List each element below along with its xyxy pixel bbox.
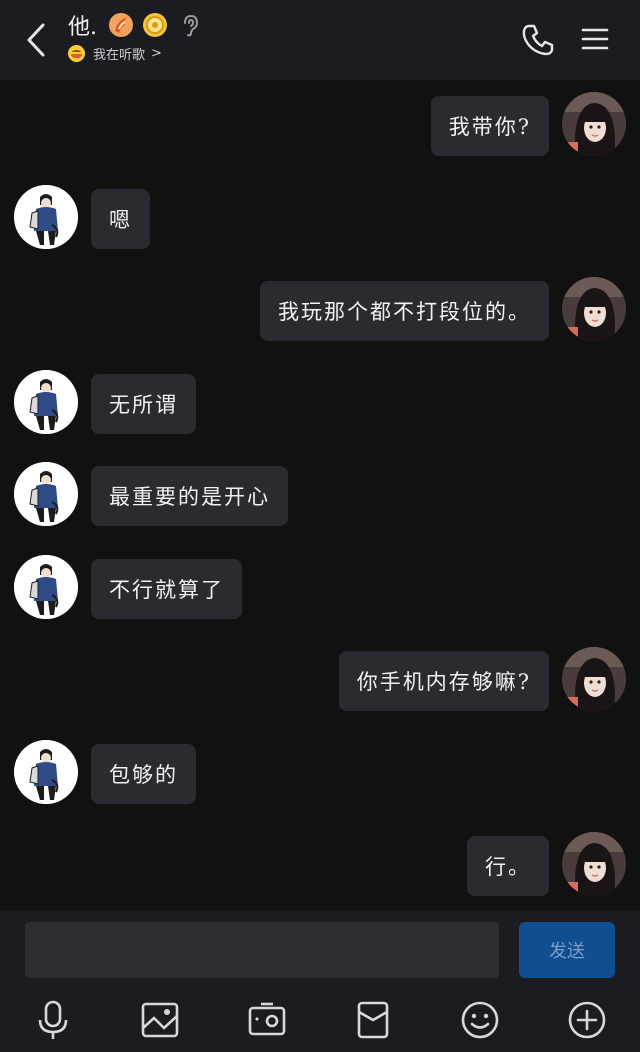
status-chevron: > bbox=[151, 46, 162, 61]
gallery-button[interactable] bbox=[138, 998, 182, 1042]
emoji-icon bbox=[461, 1001, 499, 1039]
my-avatar[interactable] bbox=[562, 92, 626, 156]
contact-avatar[interactable] bbox=[14, 370, 78, 434]
menu-icon[interactable] bbox=[580, 24, 610, 54]
my-avatar[interactable] bbox=[562, 832, 626, 896]
more-button[interactable] bbox=[565, 998, 609, 1042]
contact-name: 他. bbox=[68, 15, 97, 40]
chevron-left-icon bbox=[27, 23, 45, 57]
gold-medal-badge-icon bbox=[143, 13, 167, 37]
camera-button[interactable] bbox=[245, 998, 289, 1042]
contact-avatar[interactable] bbox=[14, 555, 78, 619]
message-bubble-received[interactable]: 嗯 bbox=[91, 189, 150, 249]
message-bubble-sent[interactable]: 你手机内存够嘛? bbox=[338, 651, 549, 711]
status-line: 我在听歌 > bbox=[68, 44, 203, 63]
message-bubble-sent[interactable]: 行。 bbox=[467, 836, 549, 896]
composer-bar: 发送 bbox=[0, 910, 640, 1052]
message-bubble-sent[interactable]: 我带你? bbox=[430, 96, 549, 156]
smiling-emoji-icon bbox=[68, 45, 85, 62]
back-button[interactable] bbox=[18, 20, 54, 60]
ear-icon bbox=[184, 14, 199, 37]
voice-button[interactable] bbox=[31, 998, 75, 1042]
microphone-icon bbox=[38, 1000, 68, 1039]
contact-avatar[interactable] bbox=[14, 462, 78, 526]
status-text: 我在听歌 bbox=[93, 48, 146, 63]
chat-header: 他. 我在听歌 > bbox=[0, 0, 640, 80]
contact-avatar[interactable] bbox=[14, 740, 78, 804]
contact-avatar[interactable] bbox=[14, 185, 78, 249]
image-icon bbox=[141, 1002, 179, 1038]
plus-icon bbox=[568, 1001, 606, 1039]
my-avatar[interactable] bbox=[562, 647, 626, 711]
message-bubble-received[interactable]: 无所谓 bbox=[91, 374, 196, 434]
red-packet-button[interactable] bbox=[351, 998, 395, 1042]
contact-info[interactable]: 他. 我在听歌 > bbox=[68, 8, 203, 63]
message-bubble-received[interactable]: 不行就算了 bbox=[91, 559, 242, 619]
message-bubble-sent[interactable]: 我玩那个都不打段位的。 bbox=[260, 281, 549, 341]
flame-badge-icon bbox=[109, 13, 133, 37]
message-bubble-received[interactable]: 最重要的是开心 bbox=[91, 466, 288, 526]
emoji-button[interactable] bbox=[458, 998, 502, 1042]
send-button[interactable]: 发送 bbox=[519, 922, 615, 978]
camera-icon bbox=[248, 1002, 286, 1036]
message-input[interactable] bbox=[25, 922, 499, 978]
message-bubble-received[interactable]: 包够的 bbox=[91, 744, 196, 804]
my-avatar[interactable] bbox=[562, 277, 626, 341]
red-packet-icon bbox=[357, 1001, 389, 1039]
phone-call-icon[interactable] bbox=[520, 22, 556, 58]
